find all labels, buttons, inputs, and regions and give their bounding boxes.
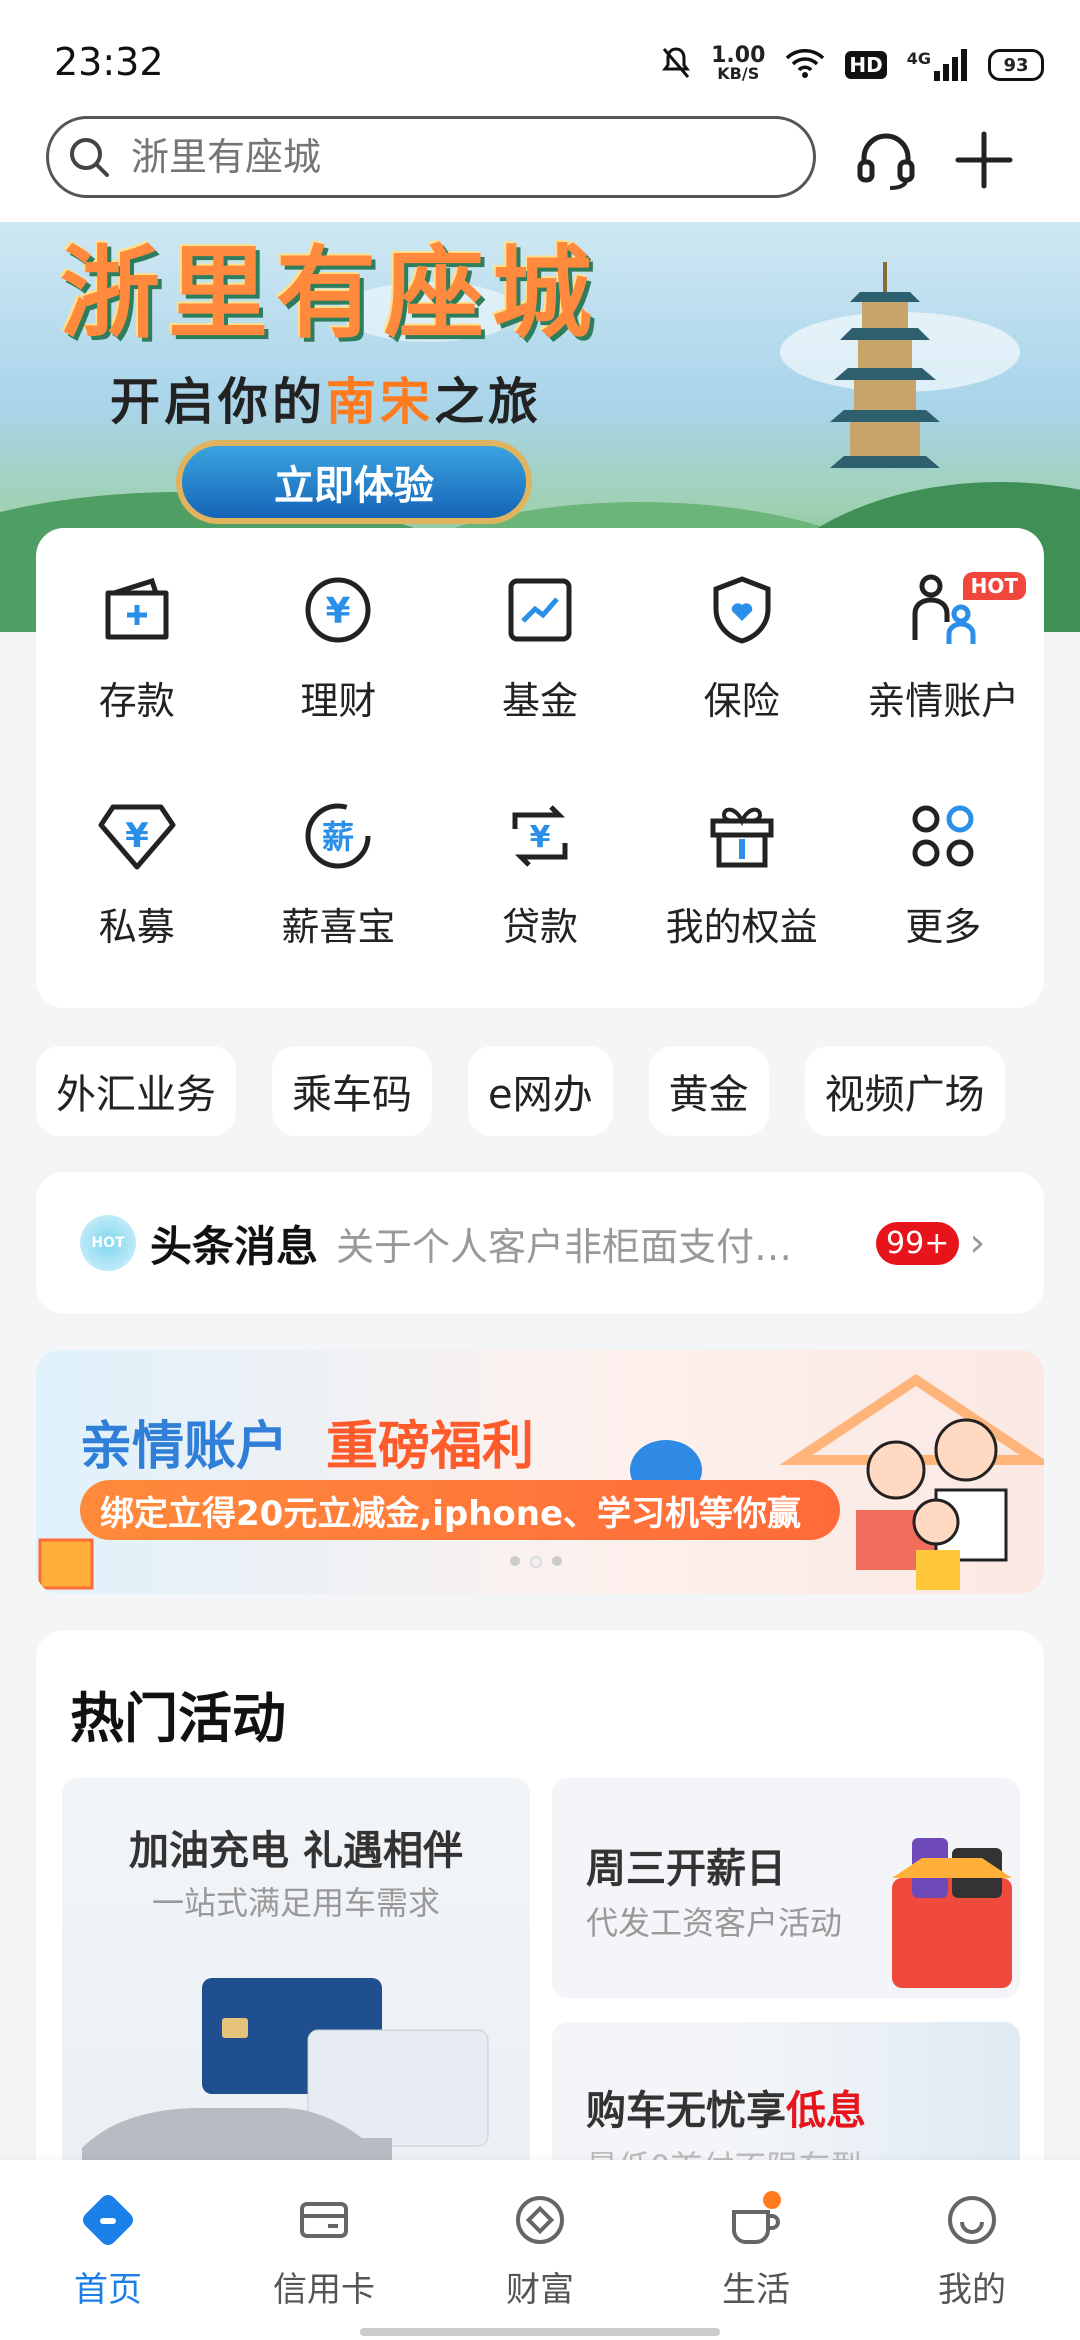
customer-service-icon[interactable] [852,126,920,194]
profile-icon [940,2188,1004,2252]
signal-icon: 4G [907,49,968,81]
tab-home[interactable]: 首页 [0,2160,216,2340]
wifi-icon [785,48,825,82]
fund-icon [498,568,582,652]
grid-item-insurance[interactable]: 保险 [641,548,843,774]
chevron-right-icon: › [969,1220,986,1266]
salary-icon: 薪 [296,794,380,878]
grid-item-loan[interactable]: ¥ 贷款 [439,774,641,1000]
tab-credit-card[interactable]: 信用卡 [216,2160,432,2340]
status-time: 23:32 [54,40,164,84]
grid-item-salary[interactable]: 薪 薪喜宝 [238,774,440,1000]
unread-badge: 99+ [876,1221,960,1265]
chip-gold[interactable]: 黄金 [648,1046,769,1136]
search-input[interactable] [129,134,733,180]
banner-cta-button[interactable]: 立即体验 [176,440,532,524]
promo-title-blue: 亲情账户 [80,1417,289,1477]
hd-badge: HD [845,51,887,79]
headline-news[interactable]: HOT 头条消息 关于个人客户非柜面支付… 99+ › [36,1172,1044,1314]
svg-text:¥: ¥ [125,816,149,856]
hot-news-icon: HOT [80,1215,136,1271]
banner-subtitle: 开启你的南宋之旅 [110,373,542,431]
search-icon [49,133,129,181]
chip-transit-code[interactable]: 乘车码 [272,1046,432,1136]
feature-grid: 存款 ¥ 理财 基金 保险 HOT 亲情账户 ¥ 私募 薪 薪喜宝 ¥ 贷款 我… [36,528,1044,1000]
svg-text:¥: ¥ [530,820,551,855]
grid-item-deposit[interactable]: 存款 [36,548,238,774]
activity-payday-wednesday[interactable]: 周三开薪日 代发工资客户活动 [552,1778,1020,1998]
add-icon[interactable] [950,126,1018,194]
search-bar[interactable] [46,116,816,198]
tab-life[interactable]: 生活 [648,2160,864,2340]
card-icon [292,2188,356,2252]
grid-item-family-account[interactable]: HOT 亲情账户 [842,548,1044,774]
section-heading: 热门活动 [70,1687,286,1750]
chip-forex[interactable]: 外汇业务 [36,1046,236,1136]
grid-item-wealth[interactable]: ¥ 理财 [238,548,440,774]
carousel-dots [510,1556,562,1568]
news-title: 头条消息 [150,1221,319,1271]
promo-banner[interactable]: 亲情账户 重磅福利 绑定立得20元立减金,iphone、学习机等你赢 [36,1350,1044,1594]
more-icon [901,794,985,878]
mute-icon [661,46,691,84]
status-icons: 1.00 KB/S HD 4G 93 [661,40,1044,90]
pagoda-image [830,262,940,468]
tab-wealth[interactable]: 财富 [432,2160,648,2340]
promo-title-red: 重磅福利 [326,1417,535,1477]
wealth-tab-icon [508,2188,572,2252]
home-indicator [360,2328,720,2336]
grid-item-more[interactable]: 更多 [842,774,1044,1000]
activity-car-loan-title: 购车无忧享低息 [586,2088,866,2134]
quick-chips: 外汇业务 乘车码 e网办 黄金 视频广场 [36,1046,1005,1136]
svg-text:薪: 薪 [322,818,354,856]
top-header [0,100,1080,222]
grid-item-fund[interactable]: 基金 [439,548,641,774]
insurance-icon [700,568,784,652]
grid-item-my-benefits[interactable]: 我的权益 [641,774,843,1000]
gift-icon [700,794,784,878]
home-icon [76,2188,140,2252]
grid-item-private-equity[interactable]: ¥ 私募 [36,774,238,1000]
banner-title: 浙里有座城 [60,235,600,352]
news-text: 关于个人客户非柜面支付… [336,1224,793,1269]
battery-indicator: 93 [988,49,1044,81]
deposit-icon [95,568,179,652]
feature-grid-card: 存款 ¥ 理财 基金 保险 HOT 亲情账户 ¥ 私募 薪 薪喜宝 ¥ 贷款 我… [36,528,1044,1008]
promo-description: 绑定立得20元立减金,iphone、学习机等你赢 [80,1480,840,1540]
bottom-tab-bar: 首页 信用卡 财富 生活 我的 [0,2160,1080,2340]
network-speed: 1.00 KB/S [711,43,766,83]
tab-profile[interactable]: 我的 [864,2160,1080,2340]
chip-e-service[interactable]: e网办 [468,1046,613,1136]
chip-video-plaza[interactable]: 视频广场 [804,1046,1005,1136]
hot-badge: HOT [962,572,1026,600]
life-icon [724,2188,788,2252]
private-equity-icon: ¥ [95,794,179,878]
svg-text:¥: ¥ [326,591,351,632]
gift-box-image [892,1838,1012,1988]
loan-icon: ¥ [498,794,582,878]
wealth-icon: ¥ [296,568,380,652]
